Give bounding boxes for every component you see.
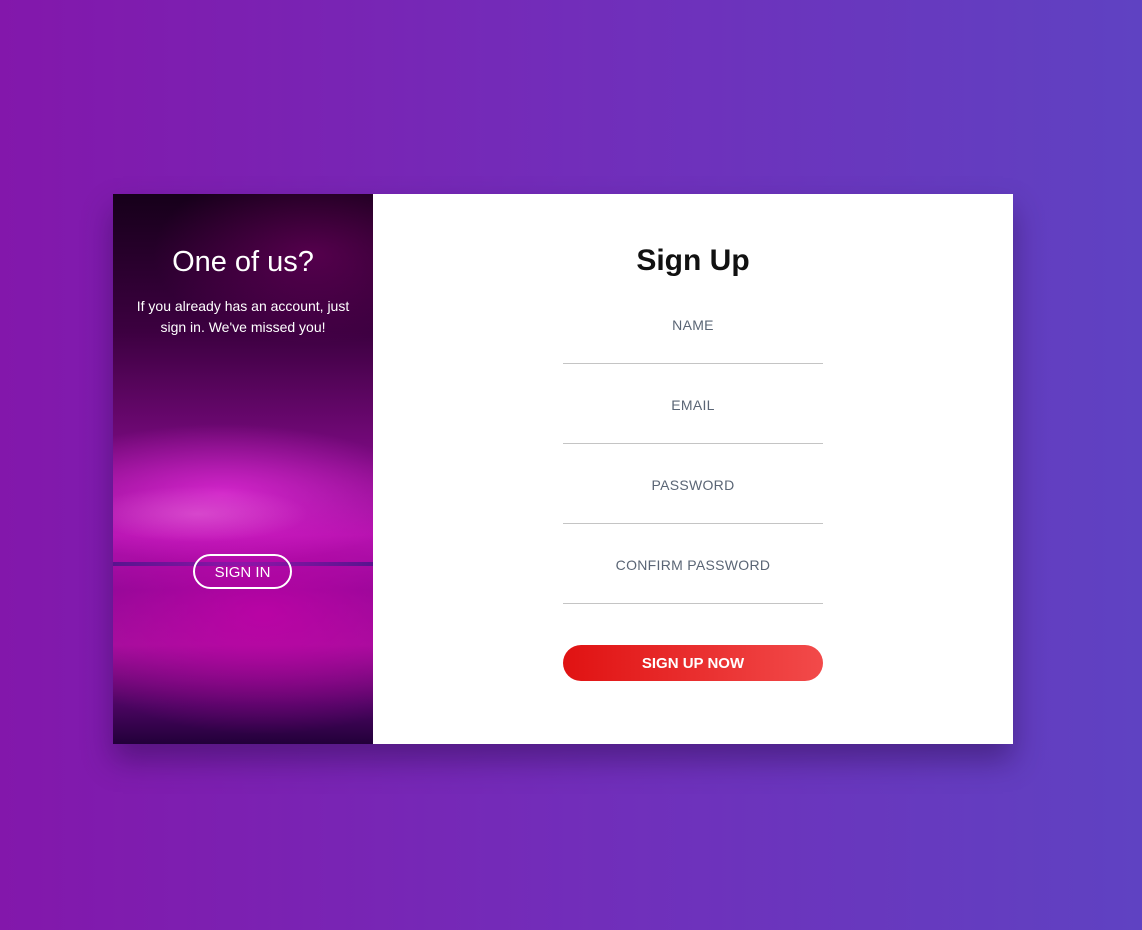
- confirm-password-label: CONFIRM PASSWORD: [615, 557, 771, 573]
- sign-in-button[interactable]: SIGN IN: [193, 554, 292, 589]
- confirm-password-field: CONFIRM PASSWORD: [563, 549, 823, 604]
- promo-title: One of us?: [172, 246, 314, 278]
- signin-promo-panel: One of us? If you already has an account…: [113, 194, 373, 744]
- password-input[interactable]: [563, 496, 823, 524]
- email-label: EMAIL: [671, 397, 715, 413]
- signup-card: One of us? If you already has an account…: [113, 194, 1013, 744]
- form-title: Sign Up: [636, 244, 750, 277]
- promo-text: If you already has an account, just sign…: [136, 298, 350, 335]
- name-input[interactable]: [563, 336, 823, 364]
- confirm-password-input[interactable]: [563, 576, 823, 604]
- signup-form-panel: Sign Up NAME EMAIL PASSWORD CONFIRM PASS…: [373, 194, 1013, 744]
- email-input[interactable]: [563, 416, 823, 444]
- sign-up-now-button[interactable]: SIGN UP NOW: [563, 645, 823, 681]
- name-field: NAME: [563, 309, 823, 364]
- email-field: EMAIL: [563, 389, 823, 444]
- name-label: NAME: [672, 317, 714, 333]
- password-field: PASSWORD: [563, 469, 823, 524]
- password-label: PASSWORD: [651, 477, 735, 493]
